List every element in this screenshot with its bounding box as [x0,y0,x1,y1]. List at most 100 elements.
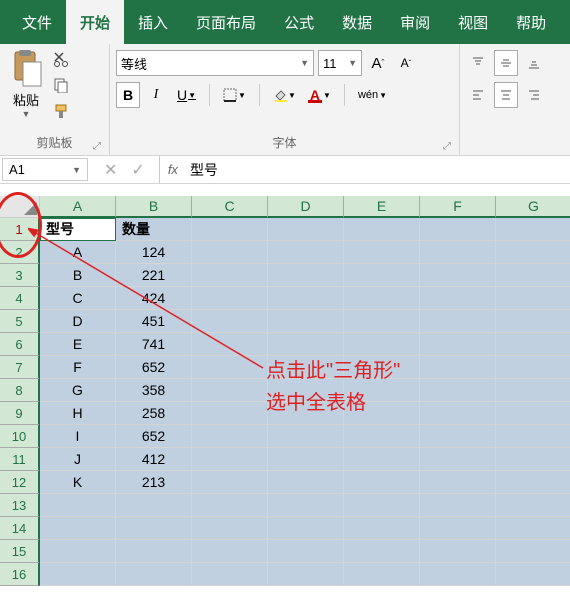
row-header[interactable]: 12 [0,471,40,494]
cell[interactable] [344,471,420,494]
cell[interactable] [344,356,420,379]
bold-button[interactable]: B [116,82,140,108]
cell[interactable] [496,563,570,586]
row-header[interactable]: 3 [0,264,40,287]
cell[interactable] [496,241,570,264]
cell[interactable] [344,425,420,448]
cell[interactable] [420,448,496,471]
cell[interactable] [420,540,496,563]
cell[interactable] [420,563,496,586]
cell[interactable] [344,540,420,563]
align-left-icon[interactable] [466,82,490,108]
clipboard-expand-icon[interactable]: ⤢ [93,141,105,153]
cell[interactable] [268,310,344,333]
cell[interactable] [116,540,192,563]
cell[interactable]: 258 [116,402,192,425]
cell[interactable] [420,425,496,448]
cell[interactable] [268,287,344,310]
cell[interactable] [496,517,570,540]
cell[interactable] [268,402,344,425]
fill-color-button[interactable]: ▼ [268,82,301,108]
cell[interactable] [496,264,570,287]
tab-6[interactable]: 审阅 [386,0,444,44]
cell[interactable] [420,333,496,356]
cell[interactable] [192,218,268,241]
tab-7[interactable]: 视图 [444,0,502,44]
row-header[interactable]: 5 [0,310,40,333]
cell[interactable] [192,402,268,425]
cell[interactable]: J [40,448,116,471]
cell[interactable]: 221 [116,264,192,287]
align-middle-icon[interactable] [494,50,518,76]
cell[interactable] [268,540,344,563]
cell[interactable] [116,494,192,517]
format-painter-icon[interactable] [52,102,70,120]
cell[interactable] [496,448,570,471]
underline-button[interactable]: U▼ [172,82,201,108]
row-header[interactable]: 10 [0,425,40,448]
cell[interactable] [268,333,344,356]
cell[interactable] [420,310,496,333]
cell[interactable] [420,471,496,494]
cell[interactable] [496,356,570,379]
paste-label[interactable]: 粘贴 [13,90,39,109]
cell[interactable] [192,448,268,471]
border-button[interactable]: ▼ [218,82,251,108]
font-name-select[interactable]: 等线▼ [116,50,314,76]
cell[interactable] [496,379,570,402]
cell[interactable] [268,356,344,379]
align-center-icon[interactable] [494,82,518,108]
tab-3[interactable]: 页面布局 [182,0,270,44]
col-header[interactable]: E [344,196,420,218]
increase-font-icon[interactable]: Aˆ [366,50,390,76]
cell[interactable]: 数量 [116,218,192,241]
cell[interactable] [344,379,420,402]
cell[interactable]: 652 [116,356,192,379]
cell[interactable] [40,540,116,563]
name-box[interactable]: A1▼ [2,158,88,181]
row-header[interactable]: 11 [0,448,40,471]
cell[interactable] [268,471,344,494]
cell[interactable] [192,540,268,563]
cell[interactable]: 412 [116,448,192,471]
cell[interactable] [192,563,268,586]
cell[interactable] [496,402,570,425]
cell[interactable] [420,287,496,310]
cell[interactable] [420,356,496,379]
fx-icon[interactable]: fx [160,156,186,183]
tab-5[interactable]: 数据 [328,0,386,44]
cell[interactable]: C [40,287,116,310]
cell[interactable] [420,494,496,517]
cell[interactable] [496,218,570,241]
cell[interactable]: E [40,333,116,356]
cell[interactable] [192,517,268,540]
row-header[interactable]: 2 [0,241,40,264]
cell[interactable]: 424 [116,287,192,310]
col-header[interactable]: C [192,196,268,218]
cell[interactable]: A [40,241,116,264]
cell[interactable]: F [40,356,116,379]
align-top-icon[interactable] [466,50,490,76]
col-header[interactable]: D [268,196,344,218]
col-header[interactable]: A [40,196,116,218]
row-header[interactable]: 9 [0,402,40,425]
row-header[interactable]: 4 [0,287,40,310]
row-header[interactable]: 1 [0,218,40,241]
cell[interactable] [496,287,570,310]
cell[interactable] [344,563,420,586]
cell[interactable] [192,310,268,333]
cell[interactable]: 741 [116,333,192,356]
cell[interactable] [496,540,570,563]
cell[interactable]: 型号 [40,218,116,241]
cell[interactable] [344,517,420,540]
cell[interactable] [192,471,268,494]
row-header[interactable]: 13 [0,494,40,517]
tab-0[interactable]: 文件 [8,0,66,44]
col-header[interactable]: F [420,196,496,218]
cell[interactable] [420,402,496,425]
cell[interactable]: D [40,310,116,333]
tab-1[interactable]: 开始 [66,0,124,44]
cell[interactable] [344,218,420,241]
cell[interactable] [268,563,344,586]
cell[interactable] [344,310,420,333]
